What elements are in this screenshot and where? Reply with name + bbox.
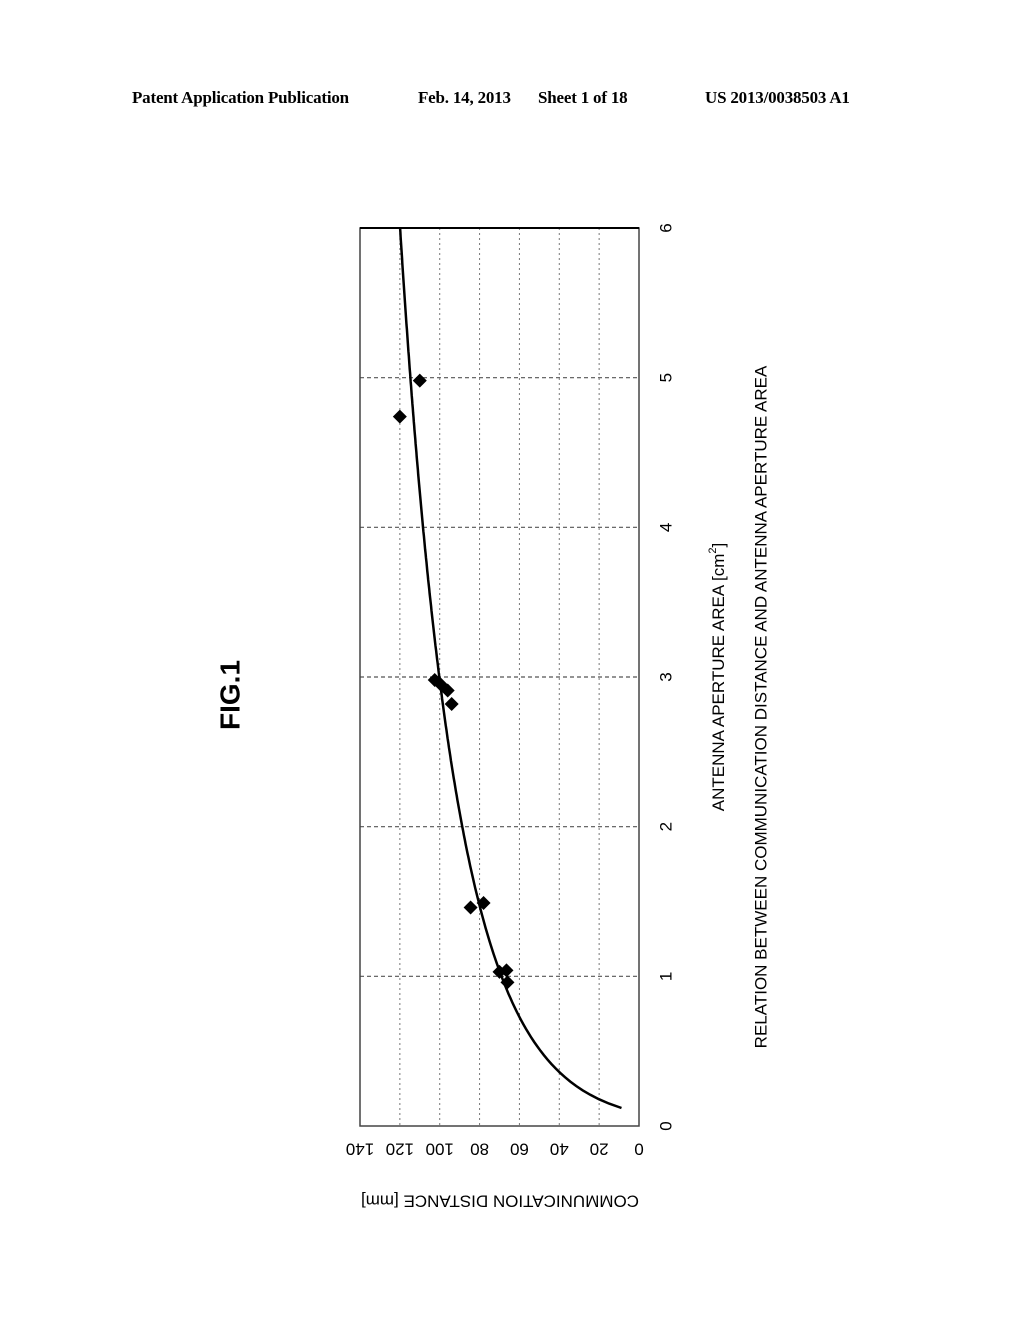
y-tick-label: 0: [634, 1140, 643, 1159]
figure-chart: FIG.1 0123456020406080100120140 ANTENNA …: [214, 223, 770, 1211]
figure-label: FIG.1: [214, 660, 245, 730]
x-tick-label: 1: [656, 972, 675, 981]
x-axis-label: ANTENNA APERTURE AREA [cm2]: [707, 543, 729, 811]
y-tick-label: 60: [510, 1140, 529, 1159]
plot-frame: [359, 227, 640, 1127]
data-point: [392, 409, 407, 424]
x-tick-label: 2: [656, 822, 675, 831]
y-tick-label: 80: [470, 1140, 489, 1159]
y-tick-label: 100: [426, 1140, 454, 1159]
y-tick-label: 40: [550, 1140, 569, 1159]
x-tick-label: 0: [656, 1121, 675, 1130]
data-point: [412, 373, 427, 388]
tick-labels: 0123456020406080100120140: [346, 223, 676, 1158]
y-tick-label: 120: [386, 1140, 414, 1159]
grid-lines: [360, 228, 639, 1126]
y-tick-label: 140: [346, 1140, 374, 1159]
x-tick-label: 4: [656, 523, 675, 532]
chart-title: RELATION BETWEEN COMMUNICATION DISTANCE …: [751, 365, 770, 1048]
x-tick-label: 5: [656, 373, 675, 382]
data-point: [444, 696, 459, 711]
x-tick-label: 3: [656, 672, 675, 681]
data-points: [392, 373, 515, 990]
x-axis-label-text: ANTENNA APERTURE AREA [cm: [709, 554, 728, 812]
axes: [359, 227, 640, 1127]
y-axis-label: COMMUNICATION DISTANCE [mm]: [361, 1192, 639, 1211]
data-point: [463, 900, 478, 915]
x-axis-label-end: ]: [709, 543, 728, 548]
y-tick-label: 20: [590, 1140, 609, 1159]
x-tick-label: 6: [656, 223, 675, 232]
